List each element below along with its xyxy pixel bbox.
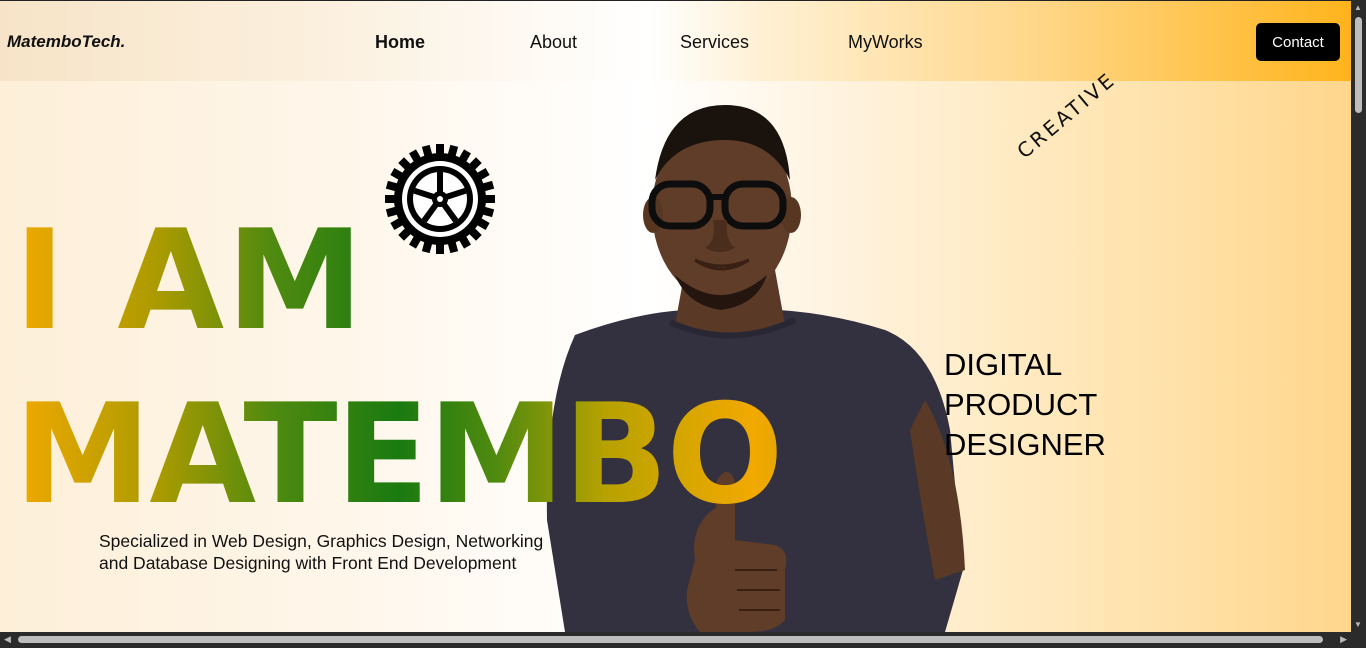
tagline-line-1: Specialized in Web Design, Graphics Desi… xyxy=(99,531,544,551)
scrollbar-corner xyxy=(1351,632,1366,648)
vertical-scroll-thumb[interactable] xyxy=(1355,17,1362,113)
hero-line-2: MATEMBO xyxy=(14,374,784,535)
hero-tagline: Specialized in Web Design, Graphics Desi… xyxy=(99,530,549,574)
top-navbar: MatemboTech. Home About Services MyWorks… xyxy=(0,0,1351,81)
scroll-down-icon[interactable]: ▼ xyxy=(1354,620,1362,629)
role-line-3: DESIGNER xyxy=(944,427,1106,462)
contact-button[interactable]: Contact xyxy=(1256,23,1340,61)
vertical-scrollbar[interactable]: ▲ ▼ xyxy=(1351,0,1366,632)
gear-icon xyxy=(385,144,495,254)
scroll-right-icon[interactable]: ▶ xyxy=(1340,634,1347,645)
portrait-photo xyxy=(546,105,965,632)
scroll-left-icon[interactable]: ◀ xyxy=(4,634,11,645)
nav-link-services[interactable]: Services xyxy=(680,32,749,53)
role-line-1: DIGITAL xyxy=(944,347,1063,382)
tagline-line-2: and Database Designing with Front End De… xyxy=(99,553,517,573)
role-title: DIGITAL PRODUCT DESIGNER xyxy=(944,345,1106,465)
creative-badge: CREATIVE xyxy=(1012,66,1121,164)
nav-link-home[interactable]: Home xyxy=(375,32,425,53)
site-logo[interactable]: MatemboTech. xyxy=(7,32,125,52)
role-line-2: PRODUCT xyxy=(944,387,1098,422)
page-viewport: MatemboTech. Home About Services MyWorks… xyxy=(0,0,1351,632)
horizontal-scroll-thumb[interactable] xyxy=(18,636,1323,643)
hero-line-1: I AM xyxy=(14,200,366,361)
scroll-up-icon[interactable]: ▲ xyxy=(1354,3,1362,12)
nav-link-about[interactable]: About xyxy=(530,32,577,53)
horizontal-scrollbar[interactable]: ◀ ▶ xyxy=(0,632,1351,648)
nav-link-myworks[interactable]: MyWorks xyxy=(848,32,923,53)
